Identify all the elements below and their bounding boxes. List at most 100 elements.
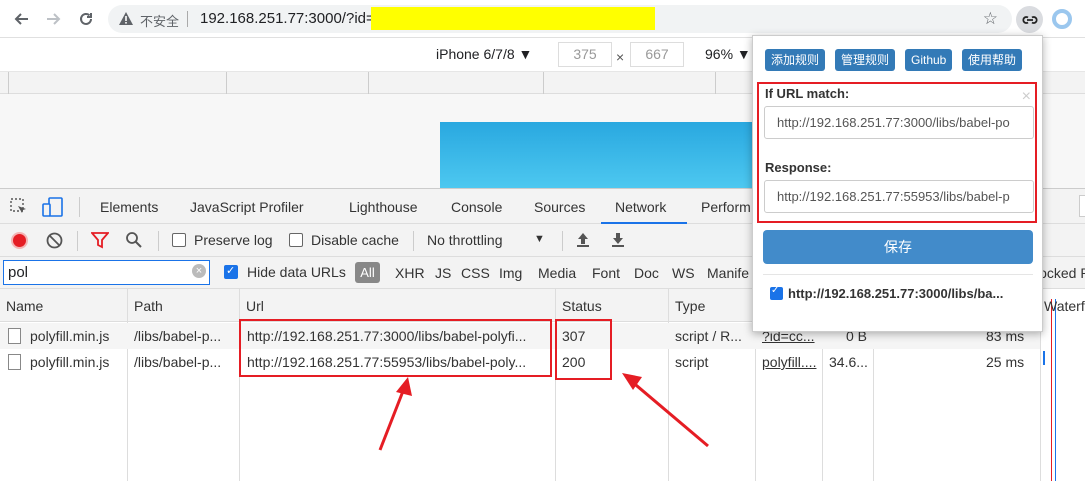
filter-all-button[interactable]: All [355, 262, 380, 283]
reload-button[interactable] [74, 7, 98, 31]
header-path[interactable]: Path [134, 298, 163, 314]
row-type: script [675, 354, 709, 370]
dimension-separator: × [616, 49, 625, 65]
github-button[interactable]: Github [905, 49, 953, 71]
width-input[interactable]: 375 [558, 42, 612, 67]
url-redaction [371, 7, 655, 30]
filter-js[interactable]: JS [435, 265, 451, 281]
file-icon [8, 328, 21, 344]
throttling-dropdown-icon[interactable]: ▼ [534, 233, 545, 245]
tab-sources[interactable]: Sources [534, 199, 585, 215]
back-button[interactable] [10, 7, 34, 31]
url-highlight-box [239, 319, 552, 377]
arrow-head-url [396, 377, 412, 396]
waterfall-bar-row2 [1043, 351, 1045, 365]
row-name: polyfill.min.js [30, 354, 110, 370]
export-har-icon[interactable] [610, 231, 626, 248]
tab-elements[interactable]: Elements [100, 199, 158, 215]
insecure-label: 不安全 [140, 14, 180, 29]
row-type: script / R... [675, 328, 742, 344]
filter-xhr[interactable]: XHR [395, 265, 425, 281]
save-button[interactable]: 保存 [763, 230, 1033, 264]
manage-rules-button[interactable]: 管理规则 [835, 49, 896, 71]
filter-img[interactable]: Img [499, 265, 522, 281]
preserve-log-checkbox[interactable] [172, 233, 186, 247]
header-waterfall[interactable]: Waterfa [1044, 298, 1085, 314]
filter-font[interactable]: Font [592, 265, 620, 281]
header-name[interactable]: Name [6, 298, 43, 314]
rule-enabled-checkbox[interactable] [770, 285, 783, 300]
device-select[interactable]: iPhone 6/7/8 ▼ [436, 46, 532, 62]
link-icon [1022, 15, 1037, 24]
address-bar[interactable]: 不安全 192.168.251.77:3000/?id= ☆ [108, 5, 1012, 33]
disable-cache-label: Disable cache [311, 232, 399, 248]
filter-ws[interactable]: WS [672, 265, 695, 281]
rule-item-label: http://192.168.251.77:3000/libs/ba... [788, 286, 1004, 301]
bookmark-star-icon[interactable]: ☆ [983, 9, 998, 29]
filter-manifest[interactable]: Manife [707, 265, 749, 281]
hide-data-urls-checkbox[interactable] [224, 264, 238, 279]
row-initiator[interactable]: polyfill.... [762, 354, 816, 370]
forward-button[interactable] [41, 7, 65, 31]
popup-divider [763, 274, 1033, 275]
filter-css[interactable]: CSS [461, 265, 490, 281]
tab-performance[interactable]: Perform [701, 199, 751, 215]
arrow-head-status [622, 373, 642, 390]
throttling-select[interactable]: No throttling [427, 232, 502, 248]
close-icon[interactable]: × [1022, 88, 1031, 106]
response-label: Response: [765, 160, 832, 175]
load-event-line [1051, 299, 1052, 481]
row-time: 25 ms [986, 354, 1025, 370]
preserve-log-label: Preserve log [194, 232, 273, 248]
tab-divider [79, 197, 80, 217]
tab-lighthouse[interactable]: Lighthouse [349, 199, 418, 215]
extension-button[interactable] [1016, 6, 1043, 33]
header-type[interactable]: Type [675, 298, 705, 314]
disable-cache-checkbox[interactable] [289, 233, 303, 247]
url-match-label: If URL match: [765, 86, 850, 101]
arrow-to-url [378, 385, 407, 451]
rule-editor: If URL match: × http://192.168.251.77:30… [757, 82, 1037, 223]
response-input[interactable]: http://192.168.251.77:55953/libs/babel-p [764, 180, 1034, 213]
back-arrow-icon [14, 13, 28, 25]
filter-input[interactable]: pol [3, 260, 210, 285]
row-name: polyfill.min.js [30, 328, 110, 344]
add-rule-button[interactable]: 添加规则 [765, 49, 826, 71]
tab-javascript-profiler[interactable]: JavaScript Profiler [190, 199, 304, 215]
clear-icon[interactable] [46, 232, 63, 249]
device-toggle-icon[interactable] [42, 197, 64, 217]
filter-blocked-requests[interactable]: locked Req [1036, 265, 1085, 281]
inspect-element-icon[interactable] [10, 198, 28, 216]
tab-console[interactable]: Console [451, 199, 502, 215]
clear-filter-icon[interactable]: × [192, 264, 206, 278]
url-match-input[interactable]: http://192.168.251.77:3000/libs/babel-po [764, 106, 1034, 139]
header-status[interactable]: Status [562, 298, 602, 314]
status-highlight-box [555, 319, 612, 380]
help-button[interactable]: 使用帮助 [962, 49, 1023, 71]
row-path: /libs/babel-p... [134, 354, 222, 370]
height-input[interactable]: 667 [630, 42, 684, 67]
settings-edge [1079, 195, 1085, 217]
dom-content-loaded-line [1055, 299, 1056, 481]
header-url[interactable]: Url [246, 298, 264, 314]
browser-toolbar: 不安全 192.168.251.77:3000/?id= ☆ [0, 0, 1085, 38]
extension-popup: 添加规则 管理规则 Github 使用帮助 If URL match: × ht… [752, 35, 1043, 332]
file-icon [8, 354, 21, 370]
filter-media[interactable]: Media [538, 265, 576, 281]
filter-doc[interactable]: Doc [634, 265, 659, 281]
row-path: /libs/babel-p... [134, 328, 222, 344]
search-icon[interactable] [125, 231, 143, 249]
import-har-icon[interactable] [575, 231, 591, 248]
tab-network[interactable]: Network [615, 199, 666, 215]
url-text: 192.168.251.77:3000/?id= [200, 10, 375, 27]
url-separator [187, 11, 188, 27]
arrow-to-status [629, 378, 709, 448]
row-size: 34.6... [829, 354, 868, 370]
device-screen [440, 122, 770, 188]
zoom-select[interactable]: 96% ▼ [705, 46, 751, 62]
filter-icon[interactable] [91, 232, 109, 249]
warning-icon [119, 12, 133, 25]
profile-extension-icon[interactable] [1052, 9, 1072, 29]
record-icon[interactable] [11, 232, 28, 249]
waterfall-column [1040, 289, 1085, 481]
